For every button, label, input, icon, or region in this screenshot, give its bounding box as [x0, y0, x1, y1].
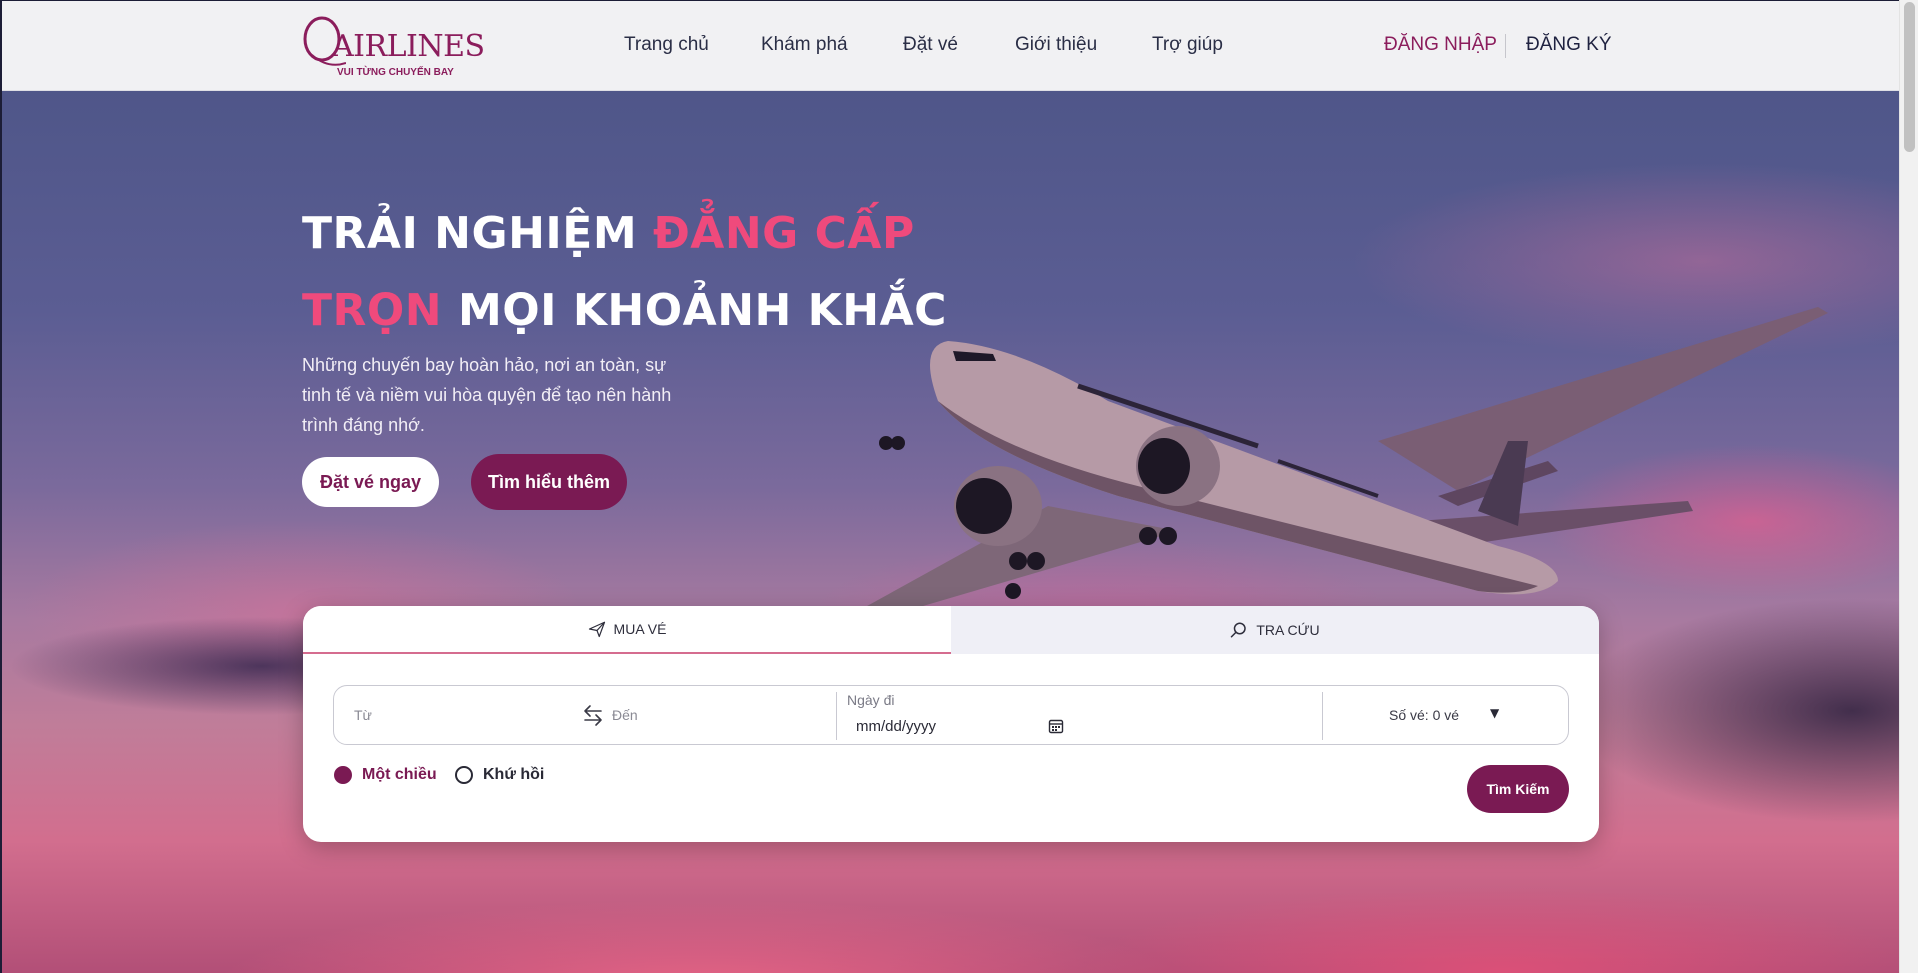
tab-buy-ticket[interactable]: MUA VÉ [303, 606, 951, 654]
ticket-count-select[interactable]: Số vé: 0 vé [1389, 707, 1459, 723]
nav-item-about[interactable]: Giới thiệu [1015, 34, 1097, 56]
scrollbar-thumb[interactable] [1904, 2, 1915, 152]
radio-dot-empty [455, 766, 473, 784]
search-icon [1231, 622, 1247, 638]
site-header: AIRLINES VUI TỪNG CHUYẾN BAY Trang chủ K… [2, 1, 1899, 91]
book-now-button[interactable]: Đặt vé ngay [302, 457, 439, 507]
departure-date-label: Ngày đi [847, 692, 895, 708]
chevron-down-icon[interactable]: ▼ [1490, 706, 1499, 720]
register-link[interactable]: ĐĂNG KÝ [1526, 34, 1612, 56]
login-link[interactable]: ĐĂNG NHẬP [1384, 34, 1497, 56]
search-button[interactable]: Tìm Kiếm [1467, 765, 1569, 813]
auth-divider [1505, 34, 1506, 58]
tab-lookup[interactable]: TRA CỨU [951, 606, 1599, 654]
hero-title-line-2: TRỌN MỌI KHOẢNH KHẮC [302, 285, 947, 336]
tab-lookup-label: TRA CỨU [1256, 622, 1320, 638]
main-nav: Trang chủ Khám phá Đặt vé Giới thiệu Trợ… [2, 1, 1899, 91]
nav-item-explore[interactable]: Khám phá [761, 34, 848, 56]
field-divider [836, 692, 837, 740]
airplane-image [858, 307, 1828, 621]
radio-one-way[interactable]: Một chiều [334, 766, 437, 784]
hero-title-pink-2: TRỌN [302, 285, 443, 336]
from-field[interactable]: Từ [354, 707, 372, 723]
departure-date-input[interactable]: mm/dd/yyyy [856, 718, 936, 735]
hero-title-white-2: MỌI KHOẢNH KHẮC [442, 285, 947, 336]
field-divider [1322, 692, 1323, 740]
nav-item-home[interactable]: Trang chủ [624, 34, 709, 56]
search-fields: Từ Đến Ngày đi mm/dd/yyyy Số vé: 0 vé ▼ [333, 685, 1569, 745]
radio-round-trip[interactable]: Khứ hồi [455, 766, 544, 784]
radio-round-trip-label: Khứ hồi [483, 766, 545, 783]
calendar-icon[interactable] [1048, 718, 1064, 734]
to-field[interactable]: Đến [612, 707, 638, 723]
nav-item-help[interactable]: Trợ giúp [1152, 34, 1223, 56]
page-scrollbar[interactable] [1899, 0, 1918, 973]
swap-arrows-icon[interactable] [581, 703, 605, 727]
hero-subtitle: Những chuyến bay hoàn hảo, nơi an toàn, … [302, 355, 672, 435]
hero-title-pink-1: ĐẲNG CẤP [652, 208, 915, 259]
radio-one-way-label: Một chiều [362, 766, 437, 783]
hero-title-white-1: TRẢI NGHIỆM [302, 208, 653, 259]
learn-more-button[interactable]: Tìm hiểu thêm [471, 454, 627, 510]
tab-buy-label: MUA VÉ [613, 621, 667, 637]
plane-icon [588, 621, 605, 638]
booking-card: MUA VÉ TRA CỨU Từ Đến Ngày đi mm/dd/yyyy… [303, 606, 1599, 842]
nav-item-booking[interactable]: Đặt vé [903, 34, 958, 56]
hero-title-line-1: TRẢI NGHIỆM ĐẲNG CẤP [302, 208, 915, 259]
radio-dot-selected [334, 766, 352, 784]
